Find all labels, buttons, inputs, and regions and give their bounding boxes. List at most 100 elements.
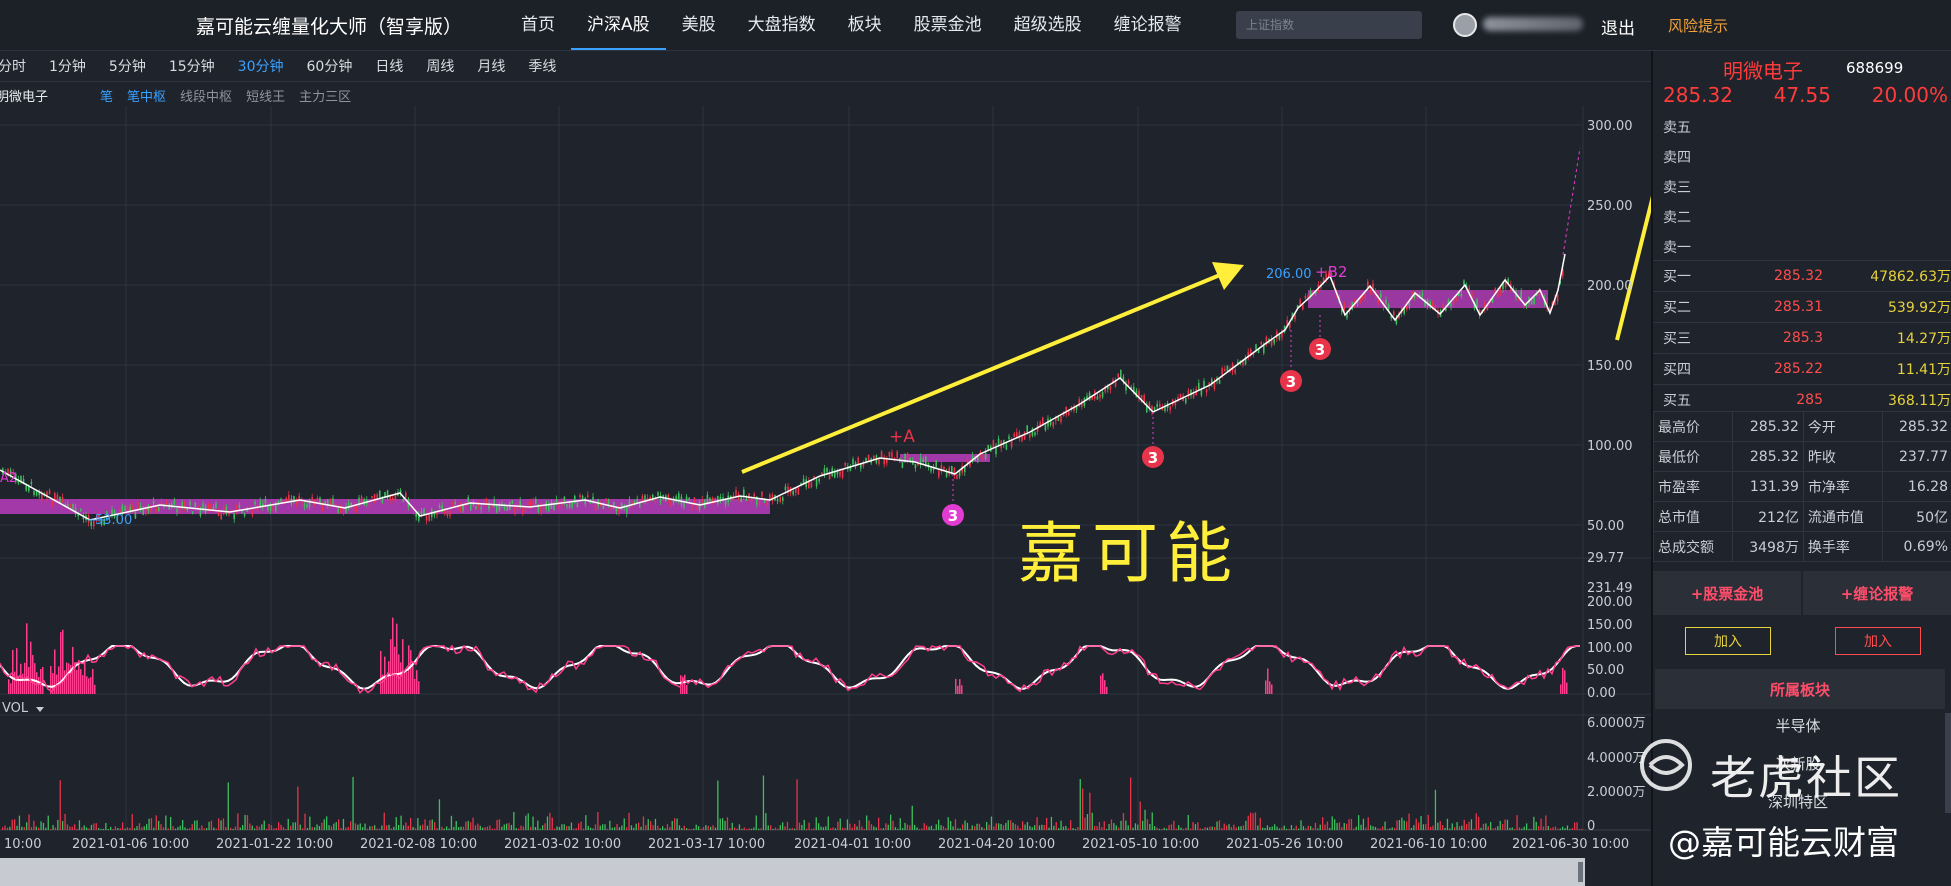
volume-bar [825,826,827,830]
avatar[interactable] [1453,13,1477,37]
volume-bar [1499,820,1501,830]
volume-bar [1355,826,1357,830]
volume-bar [659,828,661,830]
volume-bar [1562,826,1564,830]
period-60min[interactable]: 60分钟 [307,56,353,76]
volume-bar [705,825,707,830]
volume-bar [222,818,225,830]
oscillator-bar [388,661,390,694]
volume-bar [1295,825,1297,830]
volume-bar [945,827,947,830]
volume-bar [1336,823,1338,830]
period-week[interactable]: 周线 [426,56,454,76]
alert-tab[interactable]: +缠论报警 [1803,571,1951,615]
volume-bar [570,822,573,830]
add-alert-button[interactable]: 加入 [1835,627,1921,655]
volume-bar [1161,828,1163,830]
nav-index[interactable]: 大盘指数 [732,0,832,50]
nav-us-stocks[interactable]: 美股 [666,0,732,50]
period-day[interactable]: 日线 [375,56,403,76]
volume-bar [134,828,136,830]
volume-bar [1245,820,1247,830]
svg-text:2021-04-01 10:00: 2021-04-01 10:00 [794,837,911,852]
period-quarter[interactable]: 季线 [528,56,556,76]
oscillator-bar [62,629,64,694]
toggle-segment-zhongshu[interactable]: 线段中枢 [180,86,232,105]
volume-bar [510,824,513,830]
period-intraday[interactable]: 分时 [0,56,26,76]
nav-a-shares[interactable]: 沪深A股 [571,0,666,50]
search-input[interactable] [1236,11,1422,39]
volume-bar [215,828,217,830]
sector-scrollbar[interactable] [1945,713,1951,813]
volume-bar [1178,825,1180,830]
volume-bar [417,818,419,830]
risk-notice-link[interactable]: 风险提示 [1668,15,1728,36]
volume-bar [635,823,637,830]
volume-bar [1401,817,1403,830]
label-a2: A2 [0,471,17,486]
period-1min[interactable]: 1分钟 [49,56,86,76]
label-high-price: 206.00 [1266,267,1312,282]
kline-chart[interactable]: A2 53.00 +A 206.00 +B2 3 3 3 3 300.00 25… [0,106,1651,858]
volume-bar [1101,827,1103,830]
volume-bar [256,825,258,830]
volume-bar [1254,812,1257,830]
volume-bar [758,828,760,830]
stock-pool-tab[interactable]: +股票金池 [1653,571,1801,615]
nav-stock-pool[interactable]: 股票金池 [898,0,998,50]
oscillator-bar [957,685,959,694]
period-month[interactable]: 月线 [477,56,505,76]
period-5min[interactable]: 5分钟 [109,56,146,76]
volume-bar [186,828,189,830]
volume-bar [966,822,969,830]
volume-bar [1130,777,1132,830]
period-30min[interactable]: 30分钟 [238,56,284,76]
period-15min[interactable]: 15分钟 [169,56,215,76]
toggle-short-king[interactable]: 短线王 [246,86,285,105]
toggle-bi-zhongshu[interactable]: 笔中枢 [127,86,166,105]
volume-bar [942,826,945,830]
volume-bar [143,826,145,830]
volume-bar [640,826,642,830]
sector-item[interactable]: 半导体 [1653,713,1943,739]
stock-code: 688699 [1846,59,1904,77]
add-to-pool-button[interactable]: 加入 [1685,627,1771,655]
volume-bar [1420,815,1422,830]
volume-bar [57,819,59,830]
volume-bar [777,828,779,830]
scrollbar-handle[interactable] [1578,862,1583,882]
toggle-main-zones[interactable]: 主力三区 [299,86,351,105]
nav-home[interactable]: 首页 [505,0,571,50]
horizontal-scrollbar[interactable] [0,858,1585,886]
volume-bar [218,818,220,830]
volume-bar [796,779,798,830]
volume-bar [1341,827,1343,830]
volume-bar [573,828,575,830]
volume-bar [1384,821,1386,830]
vol-label[interactable]: VOL [2,701,29,716]
volume-bar [1223,823,1225,830]
toggle-bi[interactable]: 笔 [100,86,113,105]
volume-bar [1118,827,1120,830]
nav-screener[interactable]: 超级选股 [998,0,1098,50]
volume-bar [1302,826,1305,830]
logout-link[interactable]: 退出 [1601,14,1635,39]
volume-bar [1480,827,1482,830]
stats-table: 最高价 285.32 今开 285.32 最低价 285.32 昨收 237.77 市盈率 1… [1653,411,1951,562]
volume-bar [515,828,517,830]
volume-bar [1065,825,1067,830]
oscillator-bar [68,663,70,694]
volume-bar [794,828,796,830]
nav-sectors[interactable]: 板块 [832,0,898,50]
volume-bar [530,826,532,830]
oscillator-bar [88,678,90,694]
volume-bar [354,823,357,830]
volume-bar [950,821,952,830]
volume-bar [1456,822,1458,830]
volume-bar [1538,826,1540,830]
oscillator-bar [390,639,392,694]
volume-bar [1091,812,1093,830]
volume-bar [508,823,510,830]
nav-alerts[interactable]: 缠论报警 [1098,0,1198,50]
